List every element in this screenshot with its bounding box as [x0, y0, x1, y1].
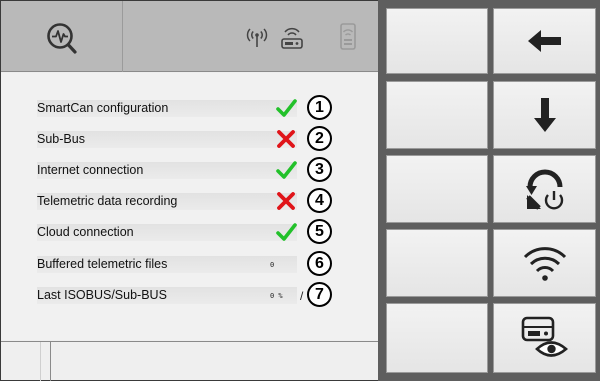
reset-power-icon [525, 169, 563, 210]
antenna-icon [246, 28, 268, 47]
row-number-badge: 4 [307, 188, 332, 213]
status-panel: SmartCan configuration 1 Sub-Bus 2 Inter… [1, 1, 378, 381]
row-number-badge: 1 [307, 95, 332, 120]
row-label: Sub-Bus [37, 132, 85, 146]
row-number-badge: 2 [307, 126, 332, 151]
status-row-sub-bus: Sub-Bus 2 [37, 126, 343, 151]
empty-button-1[interactable] [386, 8, 488, 74]
buffered-files-value: 0 [270, 261, 275, 269]
down-button[interactable] [493, 81, 596, 149]
row-number-badge: 7 [307, 282, 332, 307]
row-label: Telemetric data recording [37, 194, 178, 208]
row-number-badge: 5 [307, 219, 332, 244]
reset-power-button[interactable] [493, 155, 596, 223]
status-row-buffered-telemetric-files: Buffered telemetric files 0 6 [37, 251, 343, 276]
status-header [1, 1, 378, 72]
status-list: SmartCan configuration 1 Sub-Bus 2 Inter… [1, 73, 378, 340]
empty-button-5[interactable] [386, 303, 488, 373]
status-footer [1, 341, 378, 381]
row-label: SmartCan configuration [37, 101, 169, 115]
last-isobus-value: 0 % [270, 292, 283, 300]
footer-cell [1, 342, 41, 381]
empty-button-3[interactable] [386, 155, 488, 223]
header-divider [122, 1, 123, 72]
arrow-down-icon [533, 98, 556, 132]
row-label: Last ISOBUS/Sub-BUS [37, 288, 167, 302]
checkmark-icon [276, 99, 297, 117]
cross-icon [277, 130, 295, 148]
wifi-button[interactable] [493, 229, 596, 297]
wifi-icon [523, 247, 566, 281]
status-row-telemetric-data-recording: Telemetric data recording 4 [37, 188, 343, 213]
diagnostics-magnifier-icon [47, 23, 77, 54]
row-label: Buffered telemetric files [37, 257, 168, 271]
softkey-panel [378, 0, 600, 381]
back-button[interactable] [493, 8, 596, 74]
last-isobus-slash: / [300, 289, 304, 303]
checkmark-icon [276, 161, 297, 179]
status-row-smartcan-configuration: SmartCan configuration 1 [37, 95, 343, 120]
status-row-internet-connection: Internet connection 3 [37, 157, 343, 182]
wifi-router-icon [340, 23, 356, 50]
footer-cell [41, 342, 51, 381]
device-view-button[interactable] [493, 303, 596, 373]
empty-button-4[interactable] [386, 229, 488, 297]
row-label: Internet connection [37, 163, 144, 177]
row-number-badge: 3 [307, 157, 332, 182]
empty-button-2[interactable] [386, 81, 488, 149]
cross-icon [277, 192, 295, 210]
smartcan-device-icon [281, 27, 303, 49]
status-row-last-isobus: Last ISOBUS/Sub-BUS 0 % / 7 [37, 282, 343, 307]
device-eye-icon [521, 316, 568, 357]
checkmark-icon [276, 223, 297, 241]
status-row-cloud-connection: Cloud connection 5 [37, 219, 343, 244]
row-number-badge: 6 [307, 251, 332, 276]
arrow-left-icon [527, 30, 561, 52]
row-label: Cloud connection [37, 225, 134, 239]
